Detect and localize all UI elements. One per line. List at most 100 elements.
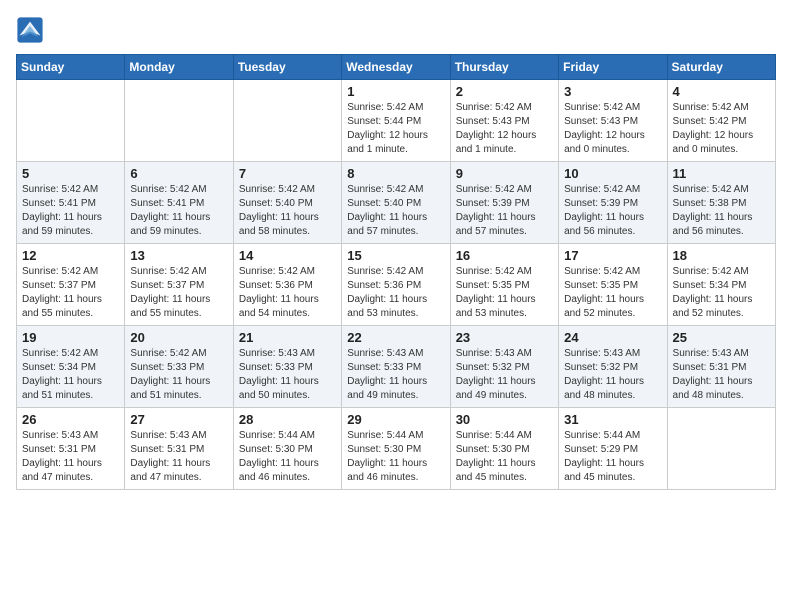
calendar-cell: 18 Sunrise: 5:42 AM Sunset: 5:34 PM Dayli… — [667, 244, 775, 326]
day-info: Sunrise: 5:44 AM Sunset: 5:30 PM Dayligh… — [347, 429, 444, 485]
calendar-cell: 11 Sunrise: 5:42 AM Sunset: 5:38 PM Dayli… — [667, 162, 775, 244]
day-info: Sunrise: 5:42 AM Sunset: 5:34 PM Dayligh… — [673, 265, 770, 321]
calendar-cell: 24 Sunrise: 5:43 AM Sunset: 5:32 PM Dayli… — [559, 326, 667, 408]
day-number: 23 — [456, 330, 553, 345]
day-info: Sunrise: 5:42 AM Sunset: 5:38 PM Dayligh… — [673, 183, 770, 239]
day-number: 28 — [239, 412, 336, 427]
day-info: Sunrise: 5:42 AM Sunset: 5:42 PM Dayligh… — [673, 101, 770, 157]
day-number: 18 — [673, 248, 770, 263]
day-number: 25 — [673, 330, 770, 345]
calendar-week-row: 1 Sunrise: 5:42 AM Sunset: 5:44 PM Daylig… — [17, 80, 776, 162]
calendar-cell: 13Sunrise: 5:42 AM Sunset: 5:37 PM Dayli… — [125, 244, 233, 326]
calendar-cell — [125, 80, 233, 162]
calendar-cell: 27 Sunrise: 5:43 AM Sunset: 5:31 PM Dayli… — [125, 408, 233, 490]
day-number: 22 — [347, 330, 444, 345]
day-number: 17 — [564, 248, 661, 263]
day-info: Sunrise: 5:43 AM Sunset: 5:32 PM Dayligh… — [564, 347, 661, 403]
calendar-week-row: 5 Sunrise: 5:42 AM Sunset: 5:41 PM Daylig… — [17, 162, 776, 244]
day-info: Sunrise: 5:43 AM Sunset: 5:31 PM Dayligh… — [673, 347, 770, 403]
day-info: Sunrise: 5:44 AM Sunset: 5:30 PM Dayligh… — [239, 429, 336, 485]
calendar-table: SundayMondayTuesdayWednesdayThursdayFrid… — [16, 54, 776, 490]
calendar-cell — [17, 80, 125, 162]
day-number: 30 — [456, 412, 553, 427]
col-header-tuesday: Tuesday — [233, 55, 341, 80]
col-header-sunday: Sunday — [17, 55, 125, 80]
col-header-monday: Monday — [125, 55, 233, 80]
day-info: Sunrise: 5:42 AM Sunset: 5:39 PM Dayligh… — [456, 183, 553, 239]
day-info: Sunrise: 5:43 AM Sunset: 5:32 PM Dayligh… — [456, 347, 553, 403]
calendar-cell: 30 Sunrise: 5:44 AM Sunset: 5:30 PM Dayli… — [450, 408, 558, 490]
day-info: Sunrise: 5:43 AM Sunset: 5:31 PM Dayligh… — [130, 429, 227, 485]
day-info: Sunrise: 5:42 AM Sunset: 5:36 PM Dayligh… — [239, 265, 336, 321]
day-number: 4 — [673, 84, 770, 99]
day-number: 8 — [347, 166, 444, 181]
calendar-cell: 7 Sunrise: 5:42 AM Sunset: 5:40 PM Daylig… — [233, 162, 341, 244]
day-number: 6 — [130, 166, 227, 181]
day-info: Sunrise: 5:42 AM Sunset: 5:34 PM Dayligh… — [22, 347, 119, 403]
calendar-cell: 8 Sunrise: 5:42 AM Sunset: 5:40 PM Daylig… — [342, 162, 450, 244]
calendar-week-row: 12 Sunrise: 5:42 AM Sunset: 5:37 PM Dayli… — [17, 244, 776, 326]
calendar-cell: 20 Sunrise: 5:42 AM Sunset: 5:33 PM Dayli… — [125, 326, 233, 408]
day-info: Sunrise: 5:42 AM Sunset: 5:35 PM Dayligh… — [456, 265, 553, 321]
calendar-cell: 26 Sunrise: 5:43 AM Sunset: 5:31 PM Dayli… — [17, 408, 125, 490]
day-number: 29 — [347, 412, 444, 427]
day-number: 12 — [22, 248, 119, 263]
calendar-cell: 25 Sunrise: 5:43 AM Sunset: 5:31 PM Dayli… — [667, 326, 775, 408]
day-number: 10 — [564, 166, 661, 181]
day-info: Sunrise: 5:42 AM Sunset: 5:35 PM Dayligh… — [564, 265, 661, 321]
calendar-cell: 6 Sunrise: 5:42 AM Sunset: 5:41 PM Daylig… — [125, 162, 233, 244]
day-info: Sunrise: 5:43 AM Sunset: 5:33 PM Dayligh… — [347, 347, 444, 403]
day-info: Sunrise: 5:44 AM Sunset: 5:29 PM Dayligh… — [564, 429, 661, 485]
calendar-cell: 10 Sunrise: 5:42 AM Sunset: 5:39 PM Dayli… — [559, 162, 667, 244]
day-number: 20 — [130, 330, 227, 345]
day-number: 19 — [22, 330, 119, 345]
calendar-cell: 17 Sunrise: 5:42 AM Sunset: 5:35 PM Dayli… — [559, 244, 667, 326]
calendar-cell: 19 Sunrise: 5:42 AM Sunset: 5:34 PM Dayli… — [17, 326, 125, 408]
day-number: 15 — [347, 248, 444, 263]
calendar-cell: 3 Sunrise: 5:42 AM Sunset: 5:43 PM Daylig… — [559, 80, 667, 162]
day-number: 13 — [130, 248, 227, 263]
day-info: Sunrise: 5:43 AM Sunset: 5:31 PM Dayligh… — [22, 429, 119, 485]
day-number: 21 — [239, 330, 336, 345]
day-info: Sunrise: 5:42 AM Sunset: 5:43 PM Dayligh… — [564, 101, 661, 157]
calendar-week-row: 26 Sunrise: 5:43 AM Sunset: 5:31 PM Dayli… — [17, 408, 776, 490]
calendar-cell: 15 Sunrise: 5:42 AM Sunset: 5:36 PM Dayli… — [342, 244, 450, 326]
day-number: 5 — [22, 166, 119, 181]
calendar-cell: 23 Sunrise: 5:43 AM Sunset: 5:32 PM Dayli… — [450, 326, 558, 408]
page-header — [16, 16, 776, 44]
day-info: Sunrise: 5:42 AM Sunset: 5:41 PM Dayligh… — [22, 183, 119, 239]
day-info: Sunrise: 5:42 AM Sunset: 5:39 PM Dayligh… — [564, 183, 661, 239]
day-number: 1 — [347, 84, 444, 99]
day-info: Sunrise: 5:42 AM Sunset: 5:40 PM Dayligh… — [347, 183, 444, 239]
day-info: Sunrise: 5:42 AM Sunset: 5:41 PM Dayligh… — [130, 183, 227, 239]
day-number: 11 — [673, 166, 770, 181]
day-info: Sunrise: 5:43 AM Sunset: 5:33 PM Dayligh… — [239, 347, 336, 403]
calendar-cell: 1 Sunrise: 5:42 AM Sunset: 5:44 PM Daylig… — [342, 80, 450, 162]
col-header-friday: Friday — [559, 55, 667, 80]
calendar-cell: 14 Sunrise: 5:42 AM Sunset: 5:36 PM Dayli… — [233, 244, 341, 326]
col-header-saturday: Saturday — [667, 55, 775, 80]
day-info: Sunrise: 5:42 AM Sunset: 5:37 PM Dayligh… — [22, 265, 119, 321]
calendar-cell — [667, 408, 775, 490]
day-number: 24 — [564, 330, 661, 345]
col-header-thursday: Thursday — [450, 55, 558, 80]
day-info: Sunrise: 5:42 AM Sunset: 5:36 PM Dayligh… — [347, 265, 444, 321]
calendar-cell: 29 Sunrise: 5:44 AM Sunset: 5:30 PM Dayli… — [342, 408, 450, 490]
day-number: 3 — [564, 84, 661, 99]
calendar-cell: 2Sunrise: 5:42 AM Sunset: 5:43 PM Daylig… — [450, 80, 558, 162]
logo — [16, 16, 48, 44]
day-number: 2 — [456, 84, 553, 99]
calendar-cell — [233, 80, 341, 162]
day-info: Sunrise: 5:42 AM Sunset: 5:44 PM Dayligh… — [347, 101, 444, 157]
day-number: 9 — [456, 166, 553, 181]
calendar-cell: 5 Sunrise: 5:42 AM Sunset: 5:41 PM Daylig… — [17, 162, 125, 244]
day-number: 26 — [22, 412, 119, 427]
calendar-week-row: 19 Sunrise: 5:42 AM Sunset: 5:34 PM Dayli… — [17, 326, 776, 408]
col-header-wednesday: Wednesday — [342, 55, 450, 80]
day-info: Sunrise: 5:44 AM Sunset: 5:30 PM Dayligh… — [456, 429, 553, 485]
day-info: Sunrise: 5:42 AM Sunset: 5:40 PM Dayligh… — [239, 183, 336, 239]
day-number: 27 — [130, 412, 227, 427]
day-number: 7 — [239, 166, 336, 181]
day-number: 14 — [239, 248, 336, 263]
day-info: Sunrise: 5:42 AM Sunset: 5:33 PM Dayligh… — [130, 347, 227, 403]
